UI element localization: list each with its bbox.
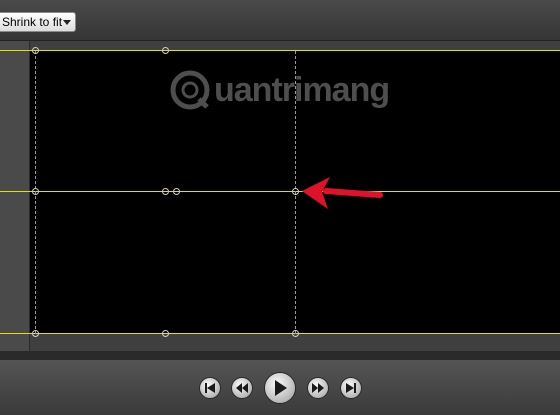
preview-area: uantrimang — [0, 41, 560, 351]
fast-forward-button[interactable] — [307, 377, 329, 399]
guide-line-top — [0, 50, 560, 51]
skip-to-end-button[interactable] — [340, 377, 362, 399]
play-icon — [275, 380, 287, 396]
rewind-button[interactable] — [231, 377, 253, 399]
handle-top-center[interactable] — [162, 47, 169, 54]
rewind-icon — [236, 383, 248, 393]
top-toolbar: Shrink to fit — [0, 0, 560, 41]
skip-to-end-icon — [346, 383, 356, 393]
handle-top-left[interactable] — [32, 47, 39, 54]
handle-middle-right[interactable] — [292, 188, 299, 195]
fast-forward-icon — [312, 383, 324, 393]
handle-middle-left[interactable] — [32, 188, 39, 195]
chevron-down-icon[interactable] — [63, 20, 71, 25]
red-arrow-icon — [302, 177, 383, 209]
handle-middle-center-b[interactable] — [173, 188, 180, 195]
watermark: uantrimang — [170, 65, 400, 115]
zoom-dropdown[interactable]: Shrink to fit — [0, 12, 76, 32]
handle-middle-center-a[interactable] — [162, 188, 169, 195]
guide-line-middle — [0, 191, 560, 192]
skip-to-start-button[interactable] — [199, 377, 221, 399]
guide-line-bottom — [0, 333, 560, 334]
play-button[interactable] — [264, 372, 296, 404]
timeline-separator — [0, 351, 560, 360]
playback-controls — [0, 360, 560, 415]
watermark-logo-icon — [170, 70, 210, 110]
skip-to-start-icon — [205, 383, 215, 393]
left-gutter — [0, 41, 30, 351]
zoom-dropdown-value: Shrink to fit — [2, 15, 63, 29]
handle-bottom-left[interactable] — [32, 330, 39, 337]
handle-bottom-center[interactable] — [162, 330, 169, 337]
handle-bottom-right[interactable] — [292, 330, 299, 337]
watermark-text: uantrimang — [214, 70, 390, 109]
